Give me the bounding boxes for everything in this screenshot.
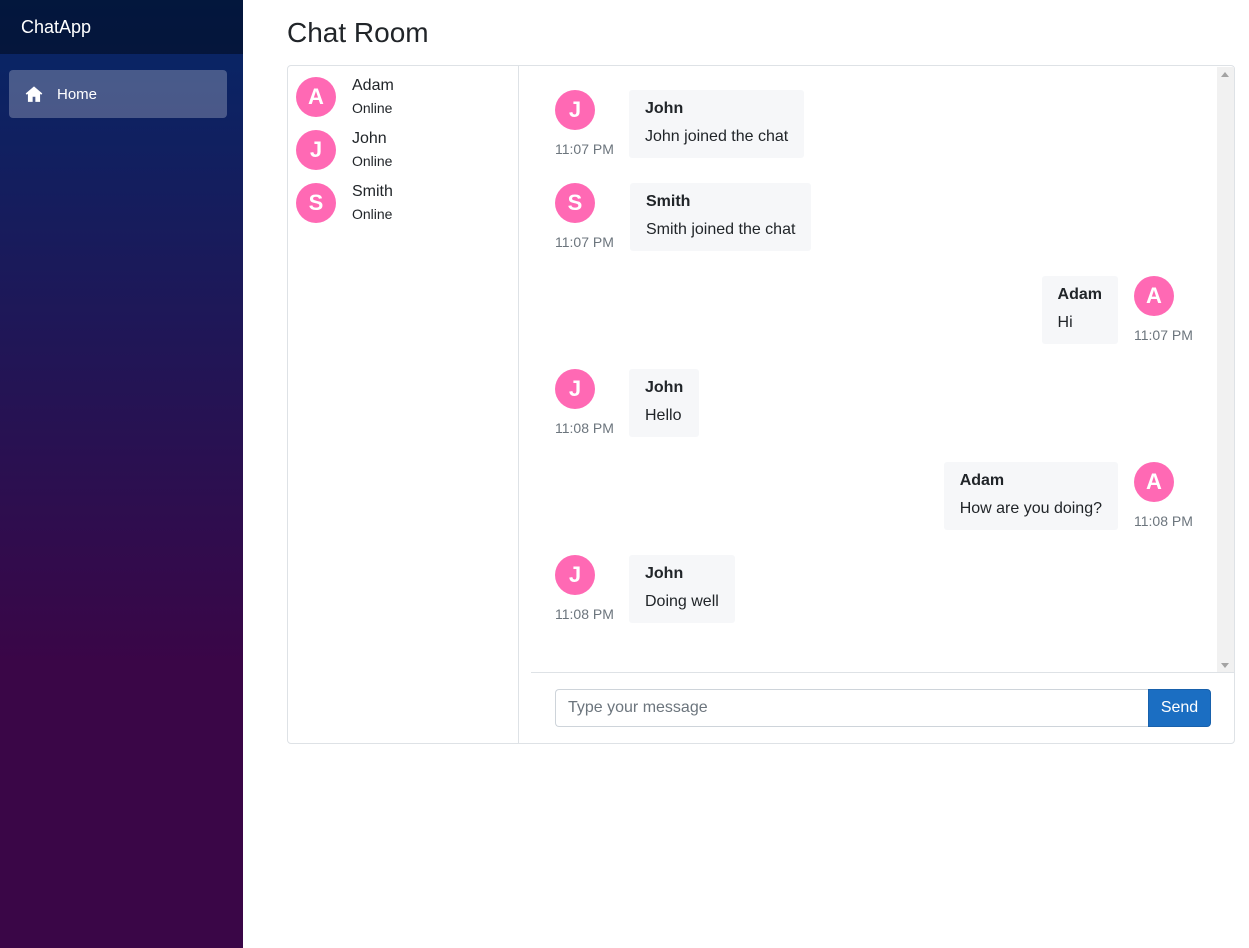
avatar: J [296,130,336,170]
message-bubble: Adam How are you doing? [943,462,1118,530]
scroll-up-icon[interactable] [1221,72,1229,77]
message-text: Smith joined the chat [646,221,796,238]
message-time: 11:07 PM [555,234,614,250]
message-scrollbar[interactable] [1217,67,1234,673]
avatar: A [1134,276,1174,316]
message-item: Adam Hi A 11:07 PM [520,276,1234,348]
message-item: S 11:07 PM Smith Smith joined the chat [520,183,1234,255]
message-sender: John [645,565,684,582]
avatar: J [555,369,595,409]
message-item: Adam How are you doing? A 11:08 PM [520,462,1234,534]
user-item[interactable]: J John Online [296,130,511,170]
message-text: John joined the chat [645,128,789,145]
chat-card: A Adam Online J John Online S Smith Onli… [287,65,1235,744]
message-item: J 11:07 PM John John joined the chat [520,90,1234,162]
user-status: Online [352,206,393,222]
message-time: 11:07 PM [555,141,614,157]
user-list: A Adam Online J John Online S Smith Onli… [288,66,519,743]
message-bubble: John Hello [629,369,700,437]
message-sender: Smith [646,193,691,210]
composer-divider [531,672,1234,673]
app-brand[interactable]: ChatApp [21,17,91,38]
message-sender: Adam [959,472,1005,489]
avatar: A [296,77,336,117]
message-input[interactable] [555,689,1148,727]
message-composer: Send [555,689,1211,727]
user-item[interactable]: S Smith Online [296,183,511,223]
nav-item-label: Home [57,85,98,103]
user-name: Smith [352,183,393,200]
sidebar: ChatApp Home [0,0,243,948]
message-time: 11:08 PM [1134,513,1193,529]
user-name: Adam [352,77,394,94]
message-item: J 11:08 PM John Doing well [520,555,1234,627]
nav-item-home[interactable]: Home [9,70,227,118]
message-text: Doing well [645,593,719,610]
message-list[interactable]: J 11:07 PM John John joined the chat S 1… [520,66,1234,672]
chat-panel: J 11:07 PM John John joined the chat S 1… [520,66,1234,743]
avatar: S [555,183,595,223]
brand-bar: ChatApp [0,0,243,54]
message-bubble: Smith Smith joined the chat [630,183,812,251]
message-bubble: John Doing well [629,555,735,623]
user-status: Online [352,153,393,169]
message-time: 11:08 PM [555,420,614,436]
home-icon [25,86,43,102]
user-item[interactable]: A Adam Online [296,77,511,117]
page-title: Chat Room [287,17,429,48]
message-item: J 11:08 PM John Hello [520,369,1234,441]
message-sender: John [645,379,684,396]
send-button[interactable]: Send [1148,689,1211,727]
message-bubble: Adam Hi [1041,276,1118,344]
scroll-down-icon[interactable] [1221,663,1229,668]
user-name: John [352,130,387,147]
message-sender: John [645,100,684,117]
avatar: J [555,555,595,595]
nav-menu: Home [0,54,243,118]
message-sender: Adam [1057,286,1102,303]
message-text: Hello [645,407,682,424]
user-status: Online [352,100,393,116]
message-text: Hi [1057,314,1073,331]
message-time: 11:07 PM [1134,327,1193,343]
message-text: How are you doing? [959,500,1102,517]
message-time: 11:08 PM [555,606,614,622]
message-bubble: John John joined the chat [629,90,805,158]
avatar: S [296,183,336,223]
avatar: J [555,90,595,130]
avatar: A [1134,462,1174,502]
